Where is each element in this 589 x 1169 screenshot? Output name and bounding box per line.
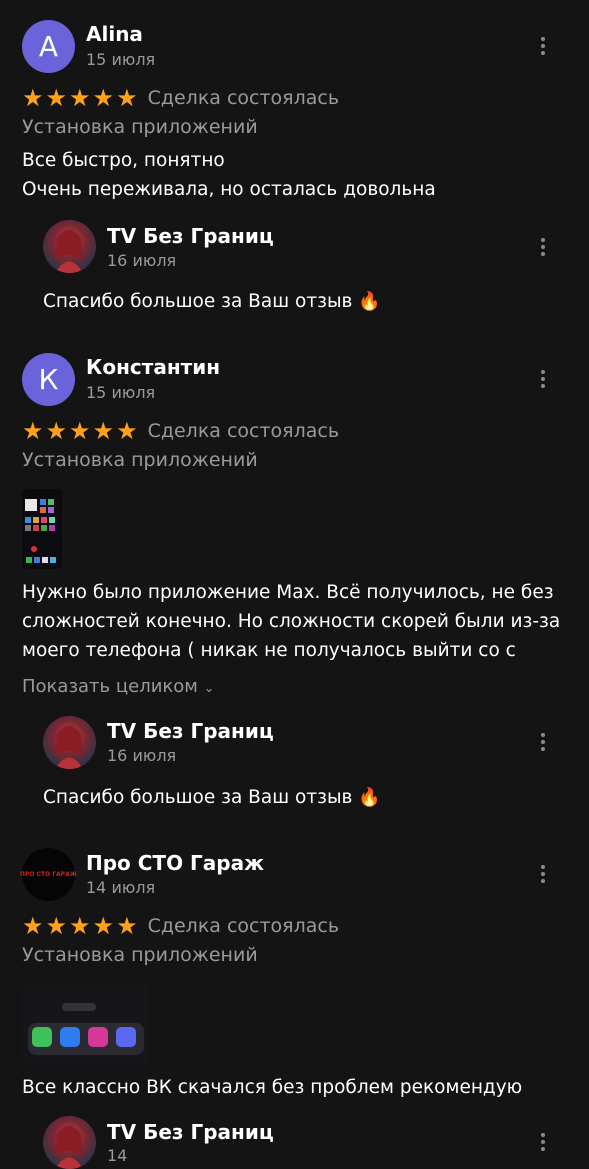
- review-author[interactable]: Константин: [86, 355, 220, 379]
- show-more-link[interactable]: Показать целиком ⌄: [22, 676, 215, 697]
- phone-screenshot-image: [22, 489, 62, 569]
- star-icon: ★: [92, 417, 115, 445]
- avatar[interactable]: К: [22, 353, 75, 406]
- seller-avatar[interactable]: [43, 716, 96, 769]
- avatar-logo-text: ПРО СТО ГАРАЖ: [19, 871, 78, 878]
- reply-text: Спасибо большое за Ваш отзыв: [43, 291, 353, 312]
- star-icon: ★: [116, 912, 138, 940]
- seller-avatar[interactable]: [43, 1116, 96, 1169]
- seller-avatar-image: [55, 726, 83, 769]
- star-icon: ★: [45, 912, 68, 940]
- more-vertical-icon[interactable]: [531, 34, 555, 58]
- fire-icon: 🔥: [358, 291, 381, 312]
- star-icon: ★: [69, 417, 91, 445]
- rating-stars: ★ ★ ★ ★ ★ Сделка состоялась: [22, 914, 339, 938]
- reply-date: 16 июля: [107, 251, 177, 270]
- review-photo[interactable]: [22, 489, 62, 569]
- star-icon: ★: [92, 912, 115, 940]
- reply-text-row: Спасибо большое за Ваш отзыв 🔥: [43, 783, 381, 812]
- review-text-line: сложностей конечно. Но сложности скорей …: [22, 611, 561, 632]
- more-vertical-icon[interactable]: [531, 730, 555, 754]
- service-name: Установка приложений: [22, 116, 258, 138]
- review-text-line: Нужно было приложение Max. Всё получилос…: [22, 582, 554, 603]
- review-text-line: Все классно ВК скачался без проблем реко…: [22, 1077, 523, 1098]
- star-icon: ★: [116, 84, 138, 112]
- reply-date: 16 июля: [107, 746, 177, 765]
- review-text: Все классно ВК скачался без проблем реко…: [22, 1073, 522, 1102]
- deal-status: Сделка состоялась: [147, 87, 340, 109]
- deal-status: Сделка состоялась: [147, 420, 340, 442]
- fire-icon: 🔥: [358, 787, 381, 808]
- review-author[interactable]: Про СТО Гараж: [86, 851, 264, 875]
- deal-status: Сделка состоялась: [147, 915, 340, 937]
- review-author[interactable]: Alina: [86, 22, 143, 46]
- reply-author[interactable]: TV Без Границ: [107, 719, 274, 743]
- service-name: Установка приложений: [22, 944, 258, 966]
- reply-author[interactable]: TV Без Границ: [107, 224, 274, 248]
- rating-stars: ★ ★ ★ ★ ★ Сделка состоялась: [22, 419, 339, 443]
- chevron-down-icon: ⌄: [203, 681, 215, 696]
- avatar[interactable]: A: [22, 20, 75, 73]
- seller-avatar[interactable]: [43, 220, 96, 273]
- reply-text-row: Спасибо большое за Ваш отзыв 🔥: [43, 287, 381, 316]
- avatar-letter: A: [38, 30, 59, 63]
- star-icon: ★: [92, 84, 115, 112]
- more-vertical-icon[interactable]: [531, 862, 555, 886]
- star-icon: ★: [22, 912, 44, 940]
- more-vertical-icon[interactable]: [531, 367, 555, 391]
- seller-avatar-image: [55, 1126, 83, 1169]
- seller-avatar-image: [55, 230, 83, 273]
- star-icon: ★: [69, 912, 91, 940]
- show-more-label: Показать целиком: [22, 676, 198, 697]
- review-text-line: моего телефона ( никак не получалось вый…: [22, 640, 516, 661]
- avatar[interactable]: ПРО СТО ГАРАЖ: [19, 848, 78, 901]
- more-vertical-icon[interactable]: [531, 1130, 555, 1154]
- avatar-letter: К: [38, 363, 59, 396]
- star-icon: ★: [45, 417, 68, 445]
- star-icon: ★: [69, 84, 91, 112]
- review-text-line: Все быстро, понятно: [22, 150, 225, 171]
- star-icon: ★: [45, 84, 68, 112]
- review-text-line: Очень переживала, но осталась довольна: [22, 179, 436, 200]
- reply-text: Спасибо большое за Ваш отзыв: [43, 787, 353, 808]
- review-date: 14 июля: [86, 878, 156, 897]
- reply-date: 14: [107, 1146, 128, 1165]
- service-name: Установка приложений: [22, 449, 258, 471]
- apps-screenshot-image: [22, 985, 150, 1063]
- review-text: Нужно было приложение Max. Всё получилос…: [22, 578, 560, 665]
- review-text: Все быстро, понятно Очень переживала, но…: [22, 146, 436, 204]
- review-date: 15 июля: [86, 50, 156, 69]
- rating-stars: ★ ★ ★ ★ ★ Сделка состоялась: [22, 86, 339, 110]
- star-icon: ★: [22, 417, 44, 445]
- review-date: 15 июля: [86, 383, 156, 402]
- reply-author[interactable]: TV Без Границ: [107, 1120, 274, 1144]
- star-icon: ★: [22, 84, 44, 112]
- star-icon: ★: [116, 417, 138, 445]
- review-photo[interactable]: [22, 985, 150, 1063]
- more-vertical-icon[interactable]: [531, 235, 555, 259]
